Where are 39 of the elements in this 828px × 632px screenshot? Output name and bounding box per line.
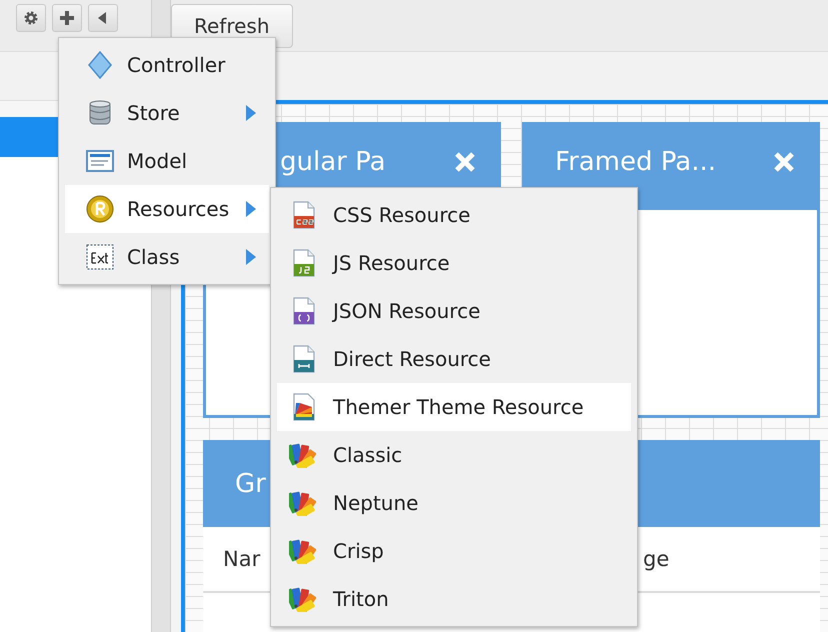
menu-item[interactable]: Model bbox=[65, 137, 269, 185]
coin-icon bbox=[86, 195, 114, 223]
menu-item[interactable]: CSS Resource bbox=[277, 191, 631, 239]
database-icon bbox=[88, 99, 112, 127]
menu-item[interactable]: Triton bbox=[277, 575, 631, 623]
panel-title: Gr bbox=[235, 468, 266, 498]
color-swatch-icon bbox=[289, 586, 319, 612]
menu-item[interactable]: Class bbox=[65, 233, 269, 281]
menu-item[interactable]: Resources bbox=[65, 185, 269, 233]
panel-title: gular Pa bbox=[280, 146, 386, 176]
color-swatch-icon bbox=[289, 538, 319, 564]
menu-item[interactable]: Classic bbox=[277, 431, 631, 479]
menu-item[interactable]: Themer Theme Resource bbox=[277, 383, 631, 431]
menu-item[interactable]: Neptune bbox=[277, 479, 631, 527]
column-header[interactable]: Nar bbox=[223, 547, 260, 571]
menu-item[interactable]: Store bbox=[65, 89, 269, 137]
menu-item[interactable]: JS Resource bbox=[277, 239, 631, 287]
menu-item[interactable]: Direct Resource bbox=[277, 335, 631, 383]
js-file-icon bbox=[292, 249, 316, 277]
form-icon bbox=[86, 149, 114, 173]
diamond-icon bbox=[88, 51, 112, 79]
close-icon[interactable] bbox=[454, 150, 476, 172]
css-file-icon bbox=[292, 201, 316, 229]
color-swatch-icon bbox=[289, 442, 319, 468]
dotted-square-icon bbox=[86, 244, 114, 270]
palette-file-icon bbox=[292, 393, 316, 421]
settings-icon bbox=[23, 10, 39, 26]
close-icon[interactable] bbox=[773, 150, 795, 172]
color-swatch-icon bbox=[289, 490, 319, 516]
add-button[interactable] bbox=[52, 4, 82, 32]
json-file-icon bbox=[292, 297, 316, 325]
plus-icon bbox=[59, 10, 75, 26]
panel-title: Framed Pa... bbox=[555, 146, 716, 176]
document-icon bbox=[292, 345, 316, 373]
menu-item[interactable]: Crisp bbox=[277, 527, 631, 575]
column-header[interactable]: ge bbox=[643, 547, 670, 571]
settings-button[interactable] bbox=[16, 4, 46, 32]
collapse-button[interactable] bbox=[88, 4, 118, 32]
menu-item[interactable]: JSON Resource bbox=[277, 287, 631, 335]
